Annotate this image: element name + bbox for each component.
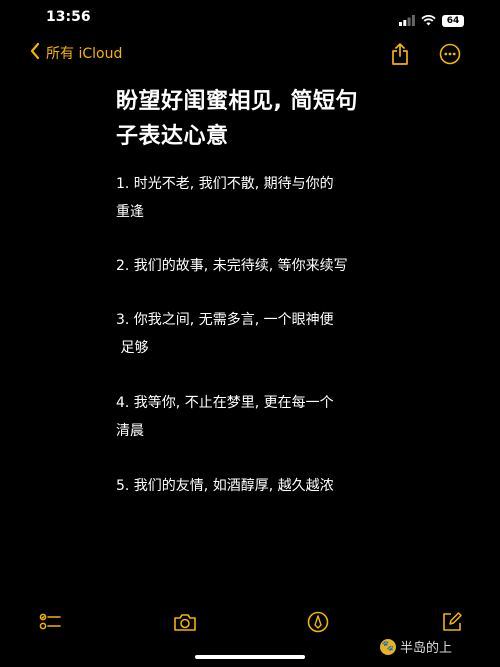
note-item-3-line-2: 足够 — [116, 340, 149, 356]
note-item-2-line-1: 2. 我们的故事, 未完待续, 等你来续写 — [116, 258, 348, 274]
list-item: 3. 你我之间, 无需多言, 一个眼神便 足够 — [116, 306, 334, 362]
back-button[interactable]: 所有 iCloud — [30, 42, 123, 63]
list-item: 4. 我等你, 不止在梦里, 更在每一个 清晨 — [116, 389, 334, 445]
list-item: 5. 我们的友情, 如酒醇厚, 越久越浓 — [116, 472, 334, 500]
share-icon[interactable] — [388, 42, 412, 66]
signal-icon — [399, 11, 415, 30]
note-title: 盼望好闺蜜相见, 简短句 子表达心意 — [116, 84, 416, 154]
note-item-5-line-1: 5. 我们的友情, 如酒醇厚, 越久越浓 — [116, 478, 334, 494]
list-item: 2. 我们的故事, 未完待续, 等你来续写 — [116, 252, 348, 280]
note-item-1-line-2: 重逢 — [116, 204, 144, 220]
camera-icon[interactable] — [173, 610, 197, 634]
status-bar: 13:56 64 — [0, 0, 500, 36]
back-label: 所有 iCloud — [46, 46, 123, 62]
battery-icon: 64 — [442, 14, 464, 27]
note-item-4-line-2: 清晨 — [116, 423, 144, 439]
note-title-line-1: 盼望好闺蜜相见, 简短句 — [116, 89, 359, 114]
nav-actions — [388, 42, 462, 66]
checklist-icon[interactable] — [38, 610, 62, 634]
wifi-icon — [421, 11, 436, 30]
note-item-3-line-1: 3. 你我之间, 无需多言, 一个眼神便 — [116, 312, 334, 328]
paw-logo-icon: 🐾 — [379, 638, 396, 655]
status-icons: 64 — [399, 11, 464, 30]
note-item-4-line-1: 4. 我等你, 不止在梦里, 更在每一个 — [116, 395, 334, 411]
watermark: 🐾 半岛的上 — [379, 637, 452, 656]
compose-icon[interactable] — [440, 610, 464, 634]
list-item: 1. 时光不老, 我们不散, 期待与你的 重逢 — [116, 170, 334, 226]
chevron-left-icon — [30, 42, 40, 63]
watermark-text: 半岛的上 — [399, 641, 452, 656]
status-time: 13:56 — [46, 9, 91, 25]
more-icon[interactable] — [438, 42, 462, 66]
note-content[interactable]: 盼望好闺蜜相见, 简短句 子表达心意 — [116, 84, 416, 154]
nav-bar: 所有 iCloud — [0, 38, 500, 70]
pen-icon[interactable] — [306, 610, 330, 634]
note-title-line-2: 子表达心意 — [116, 124, 229, 149]
bottom-toolbar — [0, 608, 500, 636]
note-item-1-line-1: 1. 时光不老, 我们不散, 期待与你的 — [116, 176, 334, 192]
home-indicator[interactable] — [195, 655, 305, 659]
